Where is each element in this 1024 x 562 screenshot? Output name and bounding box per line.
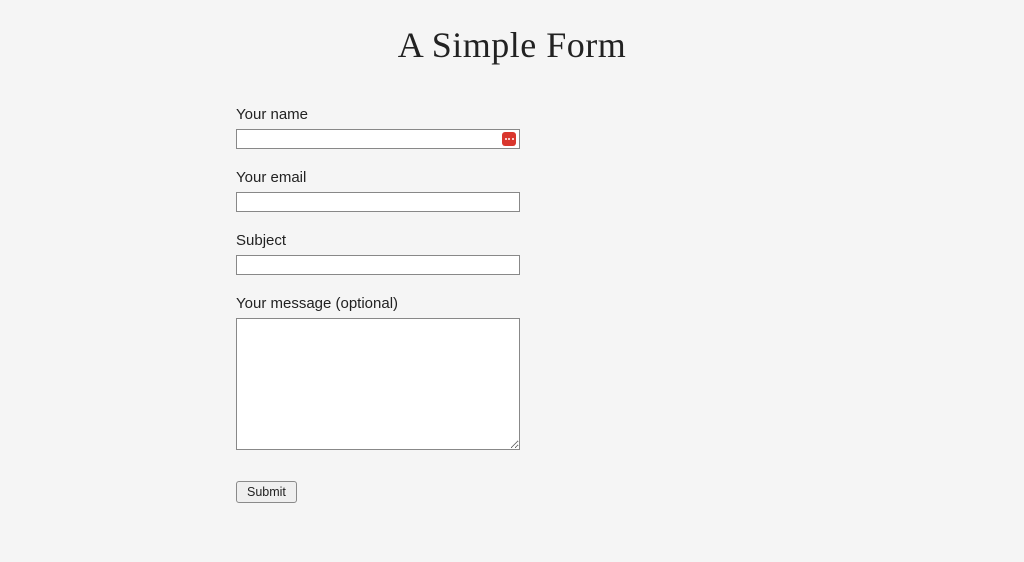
message-field-group: Your message (optional)	[236, 295, 520, 455]
contact-form: Your name Your email Subject Your messag…	[236, 106, 520, 503]
message-textarea[interactable]	[236, 318, 520, 450]
name-input-wrap	[236, 129, 520, 149]
password-manager-icon[interactable]	[502, 132, 516, 146]
name-label: Your name	[236, 106, 520, 123]
name-input[interactable]	[236, 129, 520, 149]
subject-label: Subject	[236, 232, 520, 249]
name-field-group: Your name	[236, 106, 520, 149]
subject-input[interactable]	[236, 255, 520, 275]
subject-field-group: Subject	[236, 232, 520, 275]
message-label: Your message (optional)	[236, 295, 520, 312]
page-title: A Simple Form	[0, 24, 1024, 66]
email-field-group: Your email	[236, 169, 520, 212]
submit-button[interactable]: Submit	[236, 481, 297, 503]
email-input[interactable]	[236, 192, 520, 212]
email-label: Your email	[236, 169, 520, 186]
